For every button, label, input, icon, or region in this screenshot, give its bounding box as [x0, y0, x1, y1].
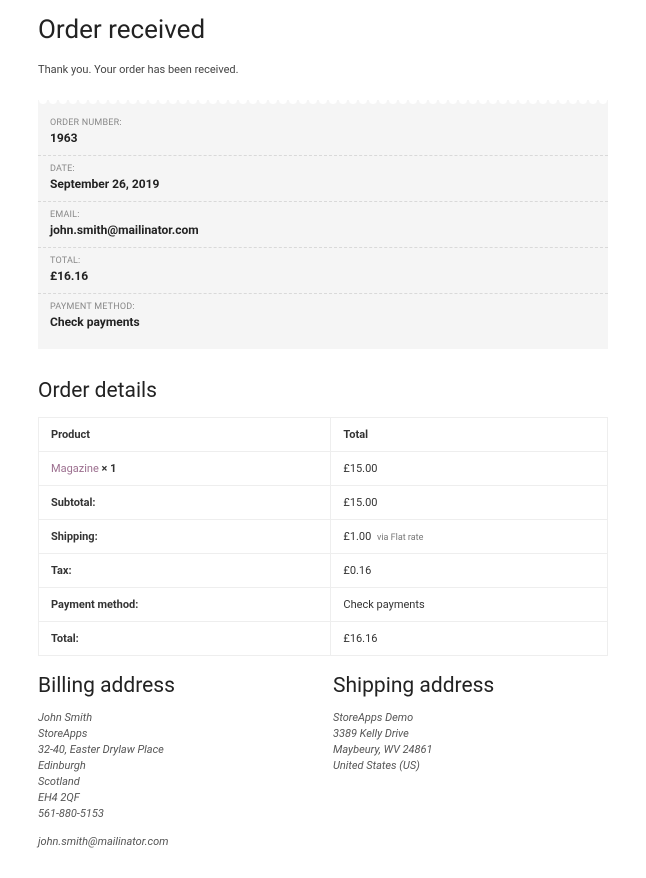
row-subtotal: Subtotal: £15.00 — [39, 486, 608, 520]
addr-line: Scotland — [38, 774, 313, 790]
summary-label: TOTAL: — [50, 256, 596, 266]
addr-line: StoreApps Demo — [333, 710, 608, 726]
summary-email: EMAIL: john.smith@mailinator.com — [38, 202, 608, 248]
billing-email: john.smith@mailinator.com — [38, 835, 313, 848]
row-shipping: Shipping: £1.00 via Flat rate — [39, 520, 608, 554]
row-value: £15.00 — [331, 486, 608, 520]
shipping-heading: Shipping address — [333, 674, 608, 698]
line-item-product: Magazine × 1 — [39, 452, 331, 486]
row-label: Payment method: — [39, 588, 331, 622]
addr-line: 561-880-5153 — [38, 806, 313, 822]
row-value: Check payments — [331, 588, 608, 622]
order-details-heading: Order details — [38, 379, 608, 403]
row-value: £0.16 — [331, 554, 608, 588]
line-item-total: £15.00 — [331, 452, 608, 486]
summary-value: £16.16 — [50, 269, 596, 283]
row-payment-method: Payment method: Check payments — [39, 588, 608, 622]
row-label: Subtotal: — [39, 486, 331, 520]
summary-value: Check payments — [50, 315, 596, 329]
summary-label: PAYMENT METHOD: — [50, 302, 596, 312]
row-label: Shipping: — [39, 520, 331, 554]
summary-value: September 26, 2019 — [50, 177, 596, 191]
shipping-amount: £1.00 — [343, 530, 371, 543]
product-link[interactable]: Magazine — [51, 462, 99, 475]
row-tax: Tax: £0.16 — [39, 554, 608, 588]
shipping-address-col: Shipping address StoreApps Demo 3389 Kel… — [333, 674, 608, 848]
addr-line: EH4 2QF — [38, 790, 313, 806]
summary-date: DATE: September 26, 2019 — [38, 156, 608, 202]
addresses-section: Billing address John Smith StoreApps 32-… — [38, 674, 608, 848]
order-received-page: Order received Thank you. Your order has… — [0, 0, 646, 878]
col-product: Product — [39, 418, 331, 452]
page-title: Order received — [38, 15, 608, 45]
shipping-address: StoreApps Demo 3389 Kelly Drive Maybeury… — [333, 710, 608, 774]
order-details-table: Product Total Magazine × 1 £15.00 Subtot… — [38, 417, 608, 656]
addr-line: Maybeury, WV 24861 — [333, 742, 608, 758]
addr-line: John Smith — [38, 710, 313, 726]
addr-line: United States (US) — [333, 758, 608, 774]
addr-line: StoreApps — [38, 726, 313, 742]
billing-address-col: Billing address John Smith StoreApps 32-… — [38, 674, 313, 848]
summary-value: 1963 — [50, 131, 596, 145]
shipping-note: via Flat rate — [377, 533, 423, 543]
addr-line: 32-40, Easter Drylaw Place — [38, 742, 313, 758]
addr-line: 3389 Kelly Drive — [333, 726, 608, 742]
summary-value: john.smith@mailinator.com — [50, 223, 596, 237]
summary-label: ORDER NUMBER: — [50, 118, 596, 128]
addr-line: Edinburgh — [38, 758, 313, 774]
summary-payment-method: PAYMENT METHOD: Check payments — [38, 294, 608, 339]
row-label: Tax: — [39, 554, 331, 588]
summary-total: TOTAL: £16.16 — [38, 248, 608, 294]
col-total: Total — [331, 418, 608, 452]
billing-heading: Billing address — [38, 674, 313, 698]
summary-order-number: ORDER NUMBER: 1963 — [38, 110, 608, 156]
order-summary-box: ORDER NUMBER: 1963 DATE: September 26, 2… — [38, 104, 608, 349]
row-value: £16.16 — [331, 622, 608, 656]
summary-label: DATE: — [50, 164, 596, 174]
product-qty: × 1 — [102, 462, 117, 475]
row-total: Total: £16.16 — [39, 622, 608, 656]
billing-address: John Smith StoreApps 32-40, Easter Dryla… — [38, 710, 313, 822]
summary-label: EMAIL: — [50, 210, 596, 220]
thankyou-message: Thank you. Your order has been received. — [38, 63, 608, 76]
row-value: £1.00 via Flat rate — [331, 520, 608, 554]
table-row: Magazine × 1 £15.00 — [39, 452, 608, 486]
row-label: Total: — [39, 622, 331, 656]
